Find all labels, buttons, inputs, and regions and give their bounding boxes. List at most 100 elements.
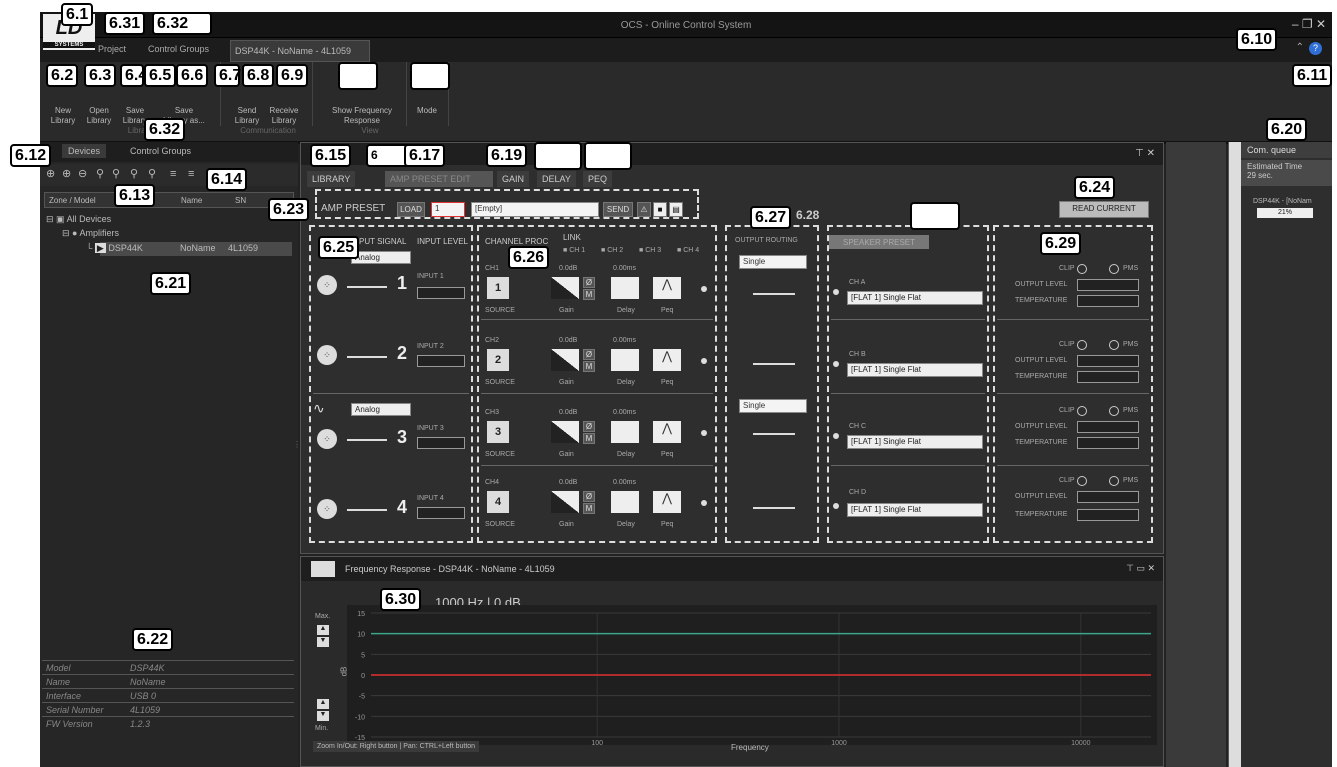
open-library-button[interactable]: Open Library [84, 106, 114, 126]
speaker-preset-button[interactable]: SPEAKER PRESET [829, 235, 929, 249]
tree-device-dsp44k[interactable]: └ ▶ DSP44K [86, 243, 143, 254]
preset-number-input[interactable]: 1 [431, 202, 465, 217]
link-label: LINK [563, 233, 581, 242]
input-signal-select-3[interactable]: Analog [351, 403, 411, 416]
routing-mode-cd[interactable]: Single [739, 399, 807, 413]
min-up-button[interactable]: ▲ [317, 699, 329, 709]
xlr-connector-icon: ⁘ [317, 275, 337, 295]
freq-window-controls[interactable]: ⊤ ▭ ✕ [1126, 563, 1155, 574]
max-up-button[interactable]: ▲ [317, 625, 329, 635]
channel-2-gain-button[interactable] [551, 349, 579, 371]
channel-3-mute-button[interactable]: M [583, 433, 595, 444]
tab-gain[interactable]: GAIN [497, 171, 530, 187]
channel-2-mute-button[interactable]: M [583, 361, 595, 372]
min-down-button[interactable]: ▼ [317, 711, 329, 721]
channel-1-source-button[interactable]: 1 [487, 277, 509, 299]
device-action-icon[interactable]: ⚲ [148, 168, 160, 180]
window-controls[interactable]: – ❐ ✕ [1292, 17, 1326, 31]
channel-2-source-button[interactable]: 2 [487, 349, 509, 371]
pin-close-icon[interactable]: ⊤ ✕ [1135, 148, 1155, 159]
channel-3-delay-button[interactable] [611, 421, 639, 443]
callout-label: 6.32 [152, 12, 212, 35]
channel-4-source-button[interactable]: 4 [487, 491, 509, 513]
zoom-fit-icon[interactable]: ⊕ [62, 168, 74, 180]
column-sn[interactable]: SN [235, 196, 246, 205]
load-button[interactable]: LOAD [397, 202, 425, 217]
help-icon[interactable]: ? [1309, 42, 1322, 55]
speaker-preset-select-b[interactable]: [FLAT 1] Single Flat [847, 363, 983, 377]
speaker-preset-select-d[interactable]: [FLAT 1] Single Flat [847, 503, 983, 517]
mode-button[interactable]: Mode [412, 106, 442, 116]
channel-1-peq-button[interactable]: ⋀ [653, 277, 681, 299]
tab-library[interactable]: LIBRARY [307, 171, 356, 187]
callout-blank [584, 142, 632, 170]
speaker-preset-select-a[interactable]: [FLAT 1] Single Flat [847, 291, 983, 305]
menu-project[interactable]: Project [98, 44, 126, 54]
link-ch3[interactable]: ■ CH 3 [639, 247, 661, 254]
tree-amplifiers[interactable]: ⊟ ● Amplifiers [62, 228, 119, 239]
channel-3-phase-button[interactable]: Ø [583, 421, 595, 432]
warning-icon[interactable]: ⚠ [637, 202, 651, 217]
document-tab[interactable]: DSP44K - NoName - 4L1059 [230, 40, 370, 62]
receive-library-button[interactable]: Receive Library [266, 106, 302, 126]
menu-control-groups[interactable]: Control Groups [148, 44, 209, 54]
channel-4-mute-button[interactable]: M [583, 503, 595, 514]
link-ch1[interactable]: ■ CH 1 [563, 247, 585, 254]
channel-2-delay-button[interactable] [611, 349, 639, 371]
zoom-out-icon[interactable]: ⊖ [78, 168, 90, 180]
xlr-connector-icon: ⁘ [317, 345, 337, 365]
ribbon-minimize-icon[interactable]: ⌃ [1296, 42, 1304, 53]
show-frequency-response-button[interactable]: Show Frequency Response [324, 106, 400, 126]
send-button[interactable]: SEND [603, 202, 633, 217]
device-action-icon[interactable]: ⚲ [112, 168, 124, 180]
tab-amp-preset-edit[interactable]: AMP PRESET EDIT [385, 171, 493, 187]
device-action-icon[interactable]: ⚲ [130, 168, 142, 180]
channel-4-phase-button[interactable]: Ø [583, 491, 595, 502]
save-icon[interactable]: ▤ [669, 202, 683, 217]
y-tick-label: 0 [361, 673, 365, 680]
tab-delay[interactable]: DELAY [537, 171, 576, 187]
input-signal-select-1[interactable]: Analog [351, 251, 411, 264]
preset-name-input[interactable]: [Empty] [471, 202, 599, 217]
callout-label: 6.1 [61, 3, 94, 26]
link-ch2[interactable]: ■ CH 2 [601, 247, 623, 254]
expand-tree-icon[interactable]: ≡ [170, 168, 182, 180]
channel-3-peq-button[interactable]: ⋀ [653, 421, 681, 443]
collapse-tree-icon[interactable]: ≡ [188, 168, 200, 180]
speaker-preset-select-c[interactable]: [FLAT 1] Single Flat [847, 435, 983, 449]
send-library-button[interactable]: Send Library [232, 106, 262, 126]
column-zone-model[interactable]: Zone / Model [49, 196, 96, 205]
channel-3-source-button[interactable]: 3 [487, 421, 509, 443]
routing-mode-ab[interactable]: Single [739, 255, 807, 269]
channel-4-peq-button[interactable]: ⋀ [653, 491, 681, 513]
channel-1-gain-button[interactable] [551, 277, 579, 299]
channel-4-delay-button[interactable] [611, 491, 639, 513]
column-name[interactable]: Name [181, 196, 202, 205]
freq-title-bar: Frequency Response - DSP44K - NoName - 4… [301, 557, 1163, 581]
link-ch4[interactable]: ■ CH 4 [677, 247, 699, 254]
input-number-2: 2 [397, 343, 408, 363]
channel-1-delay-button[interactable] [611, 277, 639, 299]
channel-1-mute-button[interactable]: M [583, 289, 595, 300]
freq-plot[interactable]: 151050-5-10-15 100 1000 10000 [347, 605, 1157, 745]
comm-queue-title: Com. queue [1229, 142, 1332, 158]
devices-panel: Devices Control Groups ⊕ ⊕ ⊖ ⚲ ⚲ ⚲ ⚲ ≡ ≡… [40, 142, 298, 767]
tree-all-devices[interactable]: ⊟ ▣ All Devices [46, 214, 111, 225]
scrollbar[interactable] [1229, 142, 1241, 767]
input-number-4: 4 [397, 497, 408, 517]
channel-1-phase-button[interactable]: Ø [583, 277, 595, 288]
tab-devices[interactable]: Devices [62, 144, 107, 158]
tab-control-groups[interactable]: Control Groups [130, 146, 191, 156]
channel-2-peq-button[interactable]: ⋀ [653, 349, 681, 371]
callout-label: 6.22 [132, 628, 174, 651]
channel-2-phase-button[interactable]: Ø [583, 349, 595, 360]
new-library-button[interactable]: New Library [48, 106, 78, 126]
device-action-icon[interactable]: ⚲ [96, 168, 108, 180]
tab-peq[interactable]: PEQ [583, 171, 613, 187]
max-down-button[interactable]: ▼ [317, 637, 329, 647]
folder-icon[interactable]: ■ [653, 202, 667, 217]
zoom-in-icon[interactable]: ⊕ [46, 168, 58, 180]
channel-3-gain-button[interactable] [551, 421, 579, 443]
read-current-button[interactable]: READ CURRENT [1059, 201, 1149, 218]
channel-4-gain-button[interactable] [551, 491, 579, 513]
